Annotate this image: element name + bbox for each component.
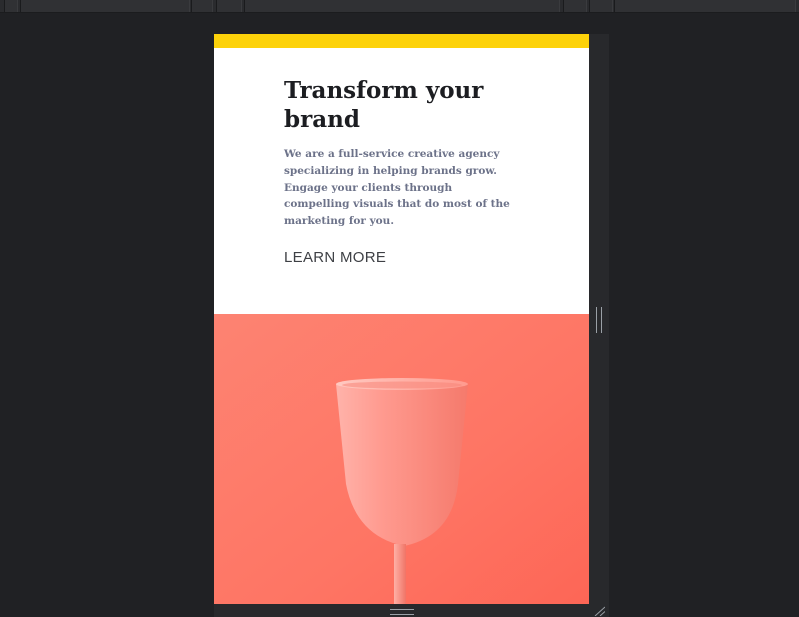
toolbar-device-select[interactable] [20, 0, 190, 12]
device-viewport: Transform your brand We are a full-servi… [214, 34, 589, 604]
vertical-resize-grip-icon[interactable] [596, 307, 602, 333]
toolbar-button[interactable] [191, 0, 213, 12]
accent-bar [214, 34, 589, 48]
toolbar-button[interactable] [216, 0, 242, 12]
learn-more-link[interactable]: LEARN MORE [284, 249, 386, 266]
toolbar-ruler [244, 0, 560, 12]
toolbar-button[interactable] [563, 0, 587, 12]
hero-text-block: Transform your brand We are a full-servi… [284, 76, 514, 266]
device-toolbar [0, 0, 799, 13]
horizontal-resize-grip-icon[interactable] [390, 609, 414, 615]
toolbar-ruler [614, 0, 796, 12]
hero-title: Transform your brand [284, 77, 484, 133]
toolbar-button[interactable] [589, 0, 613, 12]
hero-description: We are a full-service creative agency sp… [284, 148, 510, 228]
toolbar-button[interactable] [4, 0, 18, 12]
hero-image [214, 314, 589, 604]
corner-resize-grip-icon[interactable] [593, 606, 605, 616]
